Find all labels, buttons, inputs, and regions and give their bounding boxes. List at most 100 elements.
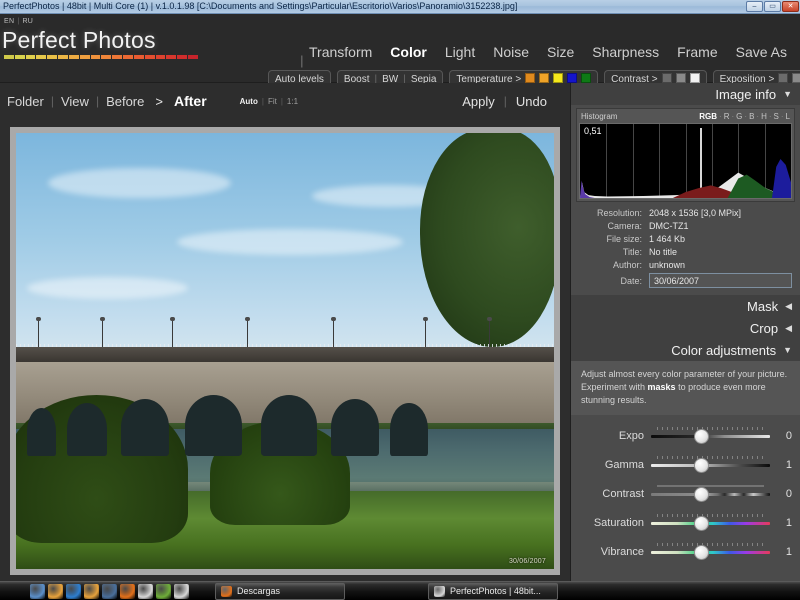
slider-row-expo[interactable]: Expo0 [575, 421, 792, 450]
photo-canvas-area[interactable]: 30/06/2007 [0, 119, 570, 581]
menu-item-frame[interactable]: Frame [668, 44, 726, 60]
histogram-channel-h[interactable]: H [761, 112, 767, 121]
temperature-swatch-4[interactable] [567, 73, 577, 83]
right-panel: Image info ▼ Histogram RGB·R·G·B·H·S·L 0… [570, 83, 800, 581]
exposition-swatch-2[interactable] [792, 73, 800, 83]
slider-row-gamma[interactable]: Gamma1 [575, 450, 792, 479]
chevron-left-icon[interactable]: ◀ [785, 323, 792, 334]
color-sliders[interactable]: Expo0Gamma1Contrast0Saturation1Vibrance1 [571, 415, 800, 566]
menu-item-transform[interactable]: Transform [300, 44, 381, 60]
taskbar-button[interactable]: PerfectPhotos | 48bit... [428, 583, 558, 600]
slider-row-contrast[interactable]: Contrast0 [575, 479, 792, 508]
exposition-swatch-1[interactable] [778, 73, 788, 83]
image-info-header[interactable]: Image info ▼ [571, 83, 800, 105]
menu-item-size[interactable]: Size [538, 44, 583, 60]
chrome-icon[interactable] [174, 584, 189, 599]
firefox-icon[interactable] [120, 584, 135, 599]
media-icon[interactable] [138, 584, 153, 599]
window-title-bar[interactable]: PerfectPhotos | 48bit | Multi Core (1) |… [0, 0, 800, 14]
cloud-2 [177, 229, 403, 255]
color-adjustments-header[interactable]: Color adjustments ▼ [571, 339, 800, 361]
chevron-down-icon[interactable]: ▼ [783, 89, 792, 99]
contrast-swatch-3[interactable] [690, 73, 700, 83]
histogram-channel-b[interactable]: B [749, 112, 754, 121]
slider-value-saturation: 1 [770, 517, 792, 529]
close-icon: ✕ [788, 3, 794, 11]
language-switcher[interactable]: EN|RU [0, 18, 290, 25]
menu-item-light[interactable]: Light [436, 44, 484, 60]
view-button[interactable]: View [54, 94, 96, 109]
slider-row-vibrance[interactable]: Vibrance1 [575, 537, 792, 566]
taskbar-buttons[interactable]: Descargas PerfectPhotos | 48bit... [215, 583, 558, 600]
histogram-channel-list[interactable]: RGB·R·G·B·H·S·L [699, 112, 790, 121]
slider-track-expo[interactable] [651, 426, 770, 446]
menu-item-noise[interactable]: Noise [484, 44, 538, 60]
channel-dot: · [744, 112, 747, 121]
zoom-auto-button[interactable]: Auto [236, 97, 262, 106]
photo-preview-image[interactable]: 30/06/2007 [16, 133, 554, 569]
notepad-icon[interactable] [48, 584, 63, 599]
chevron-down-icon[interactable]: ▼ [783, 345, 792, 355]
menu-item-color[interactable]: Color [381, 44, 436, 60]
contrast-swatch-2[interactable] [676, 73, 686, 83]
mask-header[interactable]: Mask ◀ [571, 295, 800, 317]
mail-icon[interactable] [84, 584, 99, 599]
temperature-swatch-5[interactable] [581, 73, 591, 83]
after-button[interactable]: After [167, 93, 214, 109]
histogram-channel-rgb[interactable]: RGB [699, 112, 717, 121]
histogram-plot[interactable]: 0,51 [579, 123, 792, 199]
taskbar-button[interactable]: Descargas [215, 583, 345, 600]
histogram-channel-r[interactable]: R [724, 112, 730, 121]
zoom-fit-button[interactable]: Fit [264, 97, 281, 106]
slider-track-contrast[interactable] [651, 484, 770, 504]
temperature-swatch-2[interactable] [539, 73, 549, 83]
lang-ru-link[interactable]: RU [22, 18, 33, 25]
chevron-left-icon[interactable]: ◀ [785, 301, 792, 312]
bridge-arch [185, 395, 241, 456]
perfectphotos-icon [434, 586, 445, 597]
temperature-swatch-3[interactable] [553, 73, 563, 83]
maximize-button[interactable]: ▭ [764, 1, 781, 12]
zoom-1to1-button[interactable]: 1:1 [283, 97, 302, 106]
main-menu[interactable]: Transform|Color|Light|Noise|Size|Sharpne… [300, 44, 800, 60]
histogram-header[interactable]: Histogram RGB·R·G·B·H·S·L [579, 111, 792, 123]
slider-track-vibrance[interactable] [651, 542, 770, 562]
undo-button[interactable]: Undo [507, 94, 556, 109]
logo-bar-segment [69, 55, 79, 59]
slider-knob-vibrance[interactable] [694, 545, 709, 560]
view-toolbar[interactable]: Folder | View | Before > After Auto | Fi… [0, 83, 570, 119]
maximize-icon: ▭ [769, 3, 776, 11]
slider-knob-expo[interactable] [694, 429, 709, 444]
windows-taskbar[interactable]: Descargas PerfectPhotos | 48bit... [0, 581, 800, 600]
contrast-swatch-1[interactable] [662, 73, 672, 83]
slider-knob-contrast[interactable] [694, 487, 709, 502]
folder-button[interactable]: Folder [0, 94, 51, 109]
show-desktop-icon[interactable] [30, 584, 45, 599]
quick-launch-bar[interactable] [0, 584, 189, 599]
close-button[interactable]: ✕ [782, 1, 799, 12]
histogram-label: Histogram [581, 112, 617, 121]
temperature-swatch-1[interactable] [525, 73, 535, 83]
picasa-icon[interactable] [156, 584, 171, 599]
lang-en-link[interactable]: EN [4, 18, 14, 25]
slider-knob-saturation[interactable] [694, 516, 709, 531]
histogram-channel-g[interactable]: G [736, 112, 742, 121]
apply-undo-group[interactable]: Apply | Undo [453, 94, 570, 109]
slider-knob-gamma[interactable] [694, 458, 709, 473]
menu-item-sharpness[interactable]: Sharpness [583, 44, 668, 60]
internet-explorer-icon[interactable] [66, 584, 81, 599]
zoom-controls[interactable]: Auto | Fit | 1:1 [236, 97, 302, 106]
slider-row-saturation[interactable]: Saturation1 [575, 508, 792, 537]
date-field[interactable]: 30/06/2007 [649, 273, 792, 288]
camera-icon[interactable] [102, 584, 117, 599]
before-button[interactable]: Before [99, 94, 151, 109]
minimize-button[interactable]: – [746, 1, 763, 12]
menu-item-save-as[interactable]: Save As [727, 44, 796, 60]
slider-track-saturation[interactable] [651, 513, 770, 533]
crop-header[interactable]: Crop ◀ [571, 317, 800, 339]
histogram-channel-l[interactable]: L [786, 112, 790, 121]
slider-track-gamma[interactable] [651, 455, 770, 475]
histogram-channel-s[interactable]: S [774, 112, 779, 121]
apply-button[interactable]: Apply [453, 94, 504, 109]
channel-dot: · [781, 112, 784, 121]
